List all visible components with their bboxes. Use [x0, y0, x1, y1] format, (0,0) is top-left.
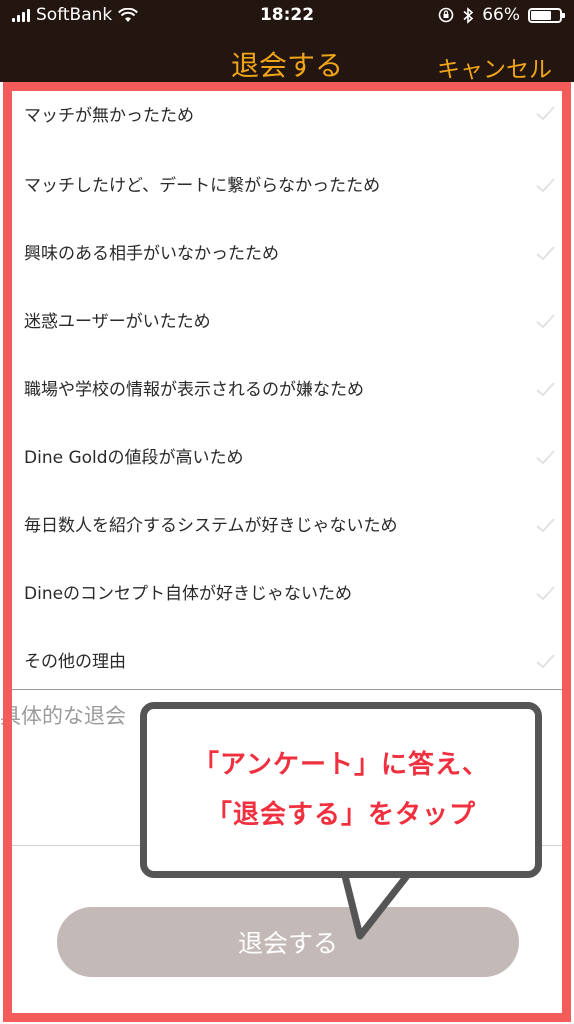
checkmark-icon: [536, 450, 555, 465]
battery-percent: 66%: [482, 5, 520, 25]
cancel-button[interactable]: キャンセル: [437, 50, 552, 84]
reason-label: その他の理由: [24, 652, 126, 672]
checkmark-icon: [536, 314, 555, 329]
checkmark-icon: [536, 518, 555, 533]
reason-detail-placeholder: 具体的な退会: [0, 704, 126, 728]
battery-icon: [528, 7, 565, 23]
reason-option[interactable]: 毎日数人を紹介するシステムが好きじゃないため: [12, 492, 562, 560]
checkmark-icon: [536, 106, 555, 121]
checkmark-icon: [536, 246, 555, 261]
reason-label: 興味のある相手がいなかったため: [24, 244, 279, 264]
reason-list: マッチが無かったため マッチしたけど、デートに繋がらなかったため 興味のある相手…: [12, 82, 562, 696]
reason-option[interactable]: マッチが無かったため: [12, 82, 562, 152]
bluetooth-icon: [463, 6, 474, 24]
checkmark-icon: [536, 586, 555, 601]
checkmark-icon: [536, 382, 555, 397]
checkmark-icon: [536, 178, 555, 193]
orientation-lock-icon: [438, 7, 454, 23]
callout-tail: [340, 868, 413, 940]
top-bar: SoftBank 18:22 66% 退会する キャンセル: [0, 0, 574, 84]
reason-label: Dine Goldの値段が高いため: [24, 448, 244, 468]
reason-option[interactable]: 迷惑ユーザーがいたため: [12, 288, 562, 356]
reason-label: 迷惑ユーザーがいたため: [24, 312, 211, 332]
reason-label: 職場や学校の情報が表示されるのが嫌なため: [24, 380, 364, 400]
reason-label: 毎日数人を紹介するシステムが好きじゃないため: [24, 516, 398, 536]
withdraw-button[interactable]: 退会する: [57, 907, 519, 977]
reason-option[interactable]: Dine Goldの値段が高いため: [12, 424, 562, 492]
reason-option[interactable]: マッチしたけど、デートに繋がらなかったため: [12, 152, 562, 220]
reason-label: マッチしたけど、デートに繋がらなかったため: [24, 176, 381, 196]
reason-label: マッチが無かったため: [24, 106, 194, 126]
reason-option[interactable]: 職場や学校の情報が表示されるのが嫌なため: [12, 356, 562, 424]
list-divider: [12, 689, 562, 690]
reason-option[interactable]: Dineのコンセプト自体が好きじゃないため: [12, 560, 562, 628]
reason-option[interactable]: その他の理由: [12, 628, 562, 696]
reason-label: Dineのコンセプト自体が好きじゃないため: [24, 584, 353, 604]
status-bar: SoftBank 18:22 66%: [0, 0, 574, 32]
reason-option[interactable]: 興味のある相手がいなかったため: [12, 220, 562, 288]
annotation-line-1: 「アンケート」に答え、: [193, 750, 489, 780]
status-right: 66%: [438, 5, 565, 25]
checkmark-icon: [536, 654, 555, 669]
annotation-callout: 「アンケート」に答え、 「退会する」をタップ: [140, 702, 542, 878]
annotation-line-2: 「退会する」をタップ: [205, 800, 476, 830]
